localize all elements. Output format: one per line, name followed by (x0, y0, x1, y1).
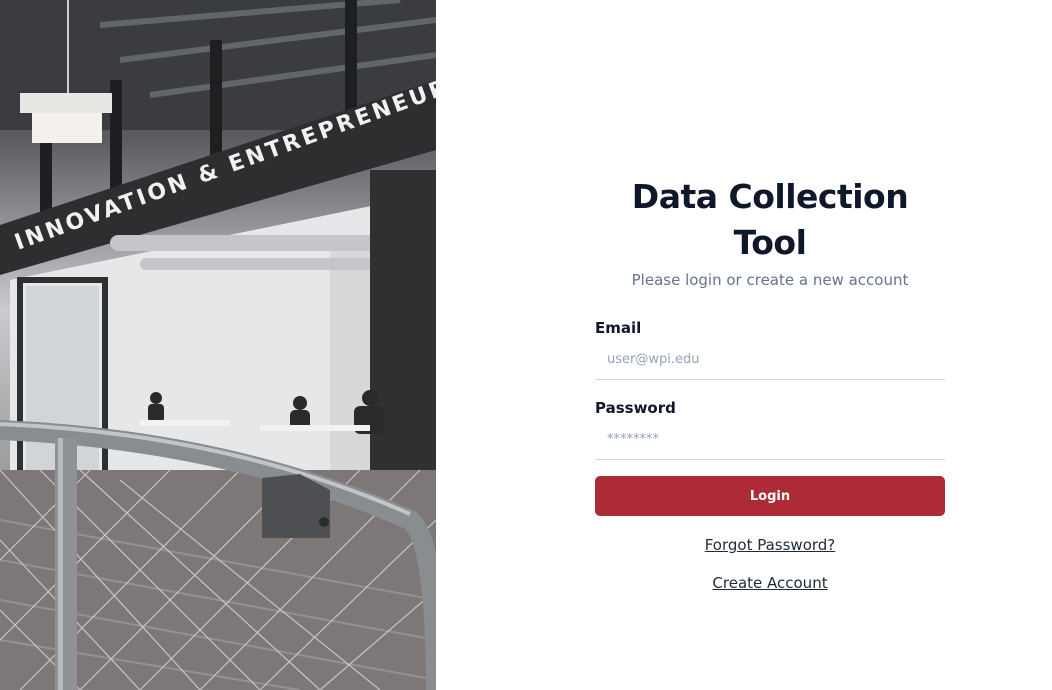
forgot-password-link[interactable]: Forgot Password? (595, 536, 945, 554)
page-subtitle: Please login or create a new account (631, 271, 909, 289)
login-panel: Data Collection Tool Please login or cre… (436, 0, 1052, 690)
password-label: Password (595, 399, 676, 417)
login-form: Data Collection Tool Please login or cre… (595, 174, 945, 592)
hero-photo-illustration: INNOVATION & ENTREPRENEURSHIP (0, 0, 436, 690)
password-field[interactable] (595, 420, 945, 460)
create-account-link[interactable]: Create Account (595, 574, 945, 592)
page-title: Data Collection Tool (631, 177, 909, 262)
email-field[interactable] (595, 340, 945, 380)
login-page: INNOVATION & ENTREPRENEURSHIP (0, 0, 1052, 690)
login-button[interactable]: Login (595, 476, 945, 516)
email-label: Email (595, 319, 642, 337)
hero-photo: INNOVATION & ENTREPRENEURSHIP (0, 0, 436, 690)
